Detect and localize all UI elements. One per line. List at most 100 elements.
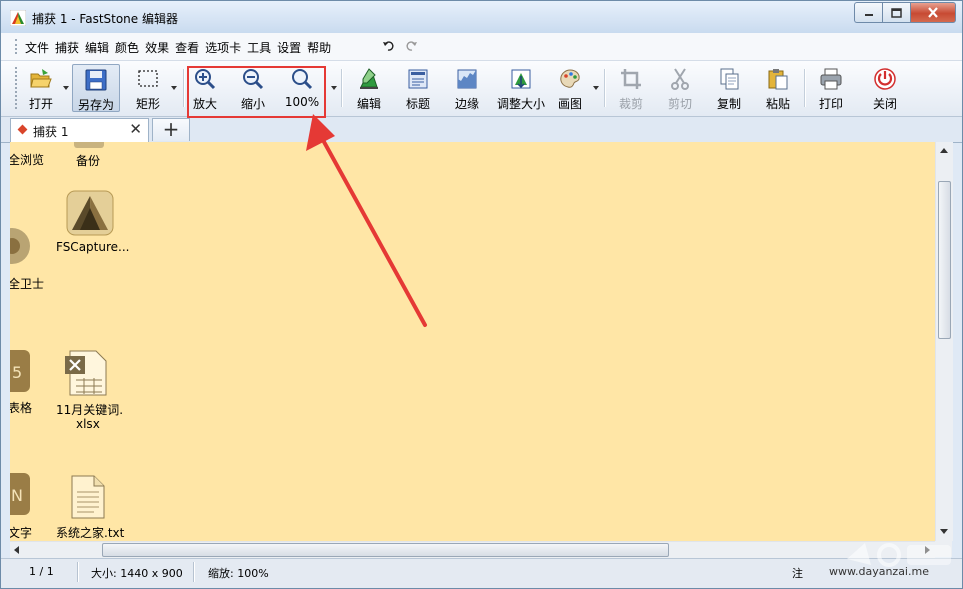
printer-icon <box>820 68 842 90</box>
desktop-icon-label: xlsx <box>76 417 100 431</box>
zoom-in-label: 放大 <box>192 97 217 111</box>
menu-grip[interactable] <box>15 39 20 54</box>
toolbar-separator <box>604 69 606 107</box>
horizontal-scrollbar[interactable] <box>10 541 935 558</box>
text-file-icon <box>71 475 105 519</box>
close-icon <box>928 7 938 18</box>
caption-icon <box>408 69 428 89</box>
scroll-down-icon[interactable] <box>940 529 948 534</box>
backup-icon <box>74 142 104 148</box>
menu-tools[interactable]: 工具 <box>247 39 275 56</box>
status-image-size: 大小: 1440 x 900 <box>91 567 183 580</box>
menu-edit[interactable]: 编辑 <box>85 39 113 56</box>
horizontal-scroll-thumb[interactable] <box>102 543 669 557</box>
image-canvas[interactable]: 全浏览 备份 FSCapture... 全卫士 5 表格 11月关键词. xls… <box>10 142 935 541</box>
power-icon <box>874 68 896 90</box>
zoom-in-icon <box>195 69 216 90</box>
scroll-up-icon[interactable] <box>940 148 948 153</box>
copy-label: 复制 <box>716 97 741 111</box>
redo-icon[interactable] <box>404 39 418 53</box>
toolbar-grip[interactable] <box>15 67 20 109</box>
title-bar: 捕获 1 - FastStone 编辑器 <box>1 1 962 33</box>
open-folder-icon <box>30 69 52 88</box>
zoom-dropdown-arrow[interactable] <box>331 86 337 90</box>
cut-label: 剪切 <box>667 97 692 111</box>
scroll-left-icon[interactable] <box>14 546 19 554</box>
faststone-editor-window: 捕获 1 - FastStone 编辑器 文件 捕获 编辑 颜色 效果 查看 选… <box>0 0 963 589</box>
crop-label: 裁剪 <box>618 97 643 111</box>
close-window-button[interactable] <box>910 2 956 23</box>
faststone-app-icon <box>10 10 26 26</box>
scroll-right-icon[interactable] <box>925 546 930 554</box>
toolbar-separator <box>804 69 806 107</box>
menu-view[interactable]: 查看 <box>175 39 203 56</box>
minimize-icon <box>864 13 873 16</box>
resize-label: 调整大小 <box>496 97 545 111</box>
zoom-actual-size-icon <box>292 69 313 90</box>
edge-button[interactable]: 边缘 <box>448 64 486 112</box>
tab-capture-1[interactable]: 捕获 1 ✕ <box>10 118 149 142</box>
edit-pen-icon <box>360 68 378 89</box>
menu-help[interactable]: 帮助 <box>307 39 335 56</box>
edge-label: 边缘 <box>454 97 479 111</box>
menu-effects[interactable]: 效果 <box>145 39 173 56</box>
save-floppy-icon <box>85 69 107 91</box>
vertical-scroll-thumb[interactable] <box>938 181 951 339</box>
desktop-icon-label: 备份 <box>76 154 101 168</box>
open-dropdown-arrow[interactable] <box>63 86 69 90</box>
vertical-scrollbar[interactable] <box>935 142 953 541</box>
minimize-button[interactable] <box>854 2 882 23</box>
window-title: 捕获 1 - FastStone 编辑器 <box>32 12 178 26</box>
annotation-arrow <box>306 114 427 327</box>
crop-button[interactable]: 裁剪 <box>613 64 649 112</box>
save-as-button[interactable]: 另存为 <box>72 64 120 112</box>
toolbar-separator <box>183 69 185 107</box>
status-site-text: www.dayanzai.me <box>829 565 929 578</box>
desktop-icon-label: 文字 <box>10 526 33 540</box>
rectangle-select-button[interactable]: 矩形 <box>128 64 168 112</box>
status-page-count: 1 / 1 <box>29 565 54 578</box>
tab-label: 捕获 1 <box>33 125 69 139</box>
paste-button[interactable]: 粘贴 <box>760 64 796 112</box>
menu-tabs[interactable]: 选项卡 <box>205 39 245 56</box>
print-button[interactable]: 打印 <box>813 64 849 112</box>
print-label: 打印 <box>818 97 843 111</box>
excel-file-icon <box>65 350 107 396</box>
rectangle-dropdown-arrow[interactable] <box>171 86 177 90</box>
zoom-in-button[interactable]: 放大 <box>189 64 221 112</box>
desktop-icon-label: 全浏览 <box>10 153 45 167</box>
menu-color[interactable]: 颜色 <box>115 39 143 56</box>
tab-modified-icon <box>17 124 28 135</box>
edge-effect-icon <box>457 69 477 89</box>
new-tab-button[interactable]: + <box>152 118 190 141</box>
menu-settings[interactable]: 设置 <box>277 39 305 56</box>
close-image-button[interactable]: 关闭 <box>867 64 903 112</box>
security-guard-icon <box>10 228 30 264</box>
window-controls <box>854 2 956 23</box>
menu-file[interactable]: 文件 <box>25 39 53 56</box>
open-button[interactable]: 打开 <box>21 64 61 112</box>
svg-text:5: 5 <box>12 363 22 382</box>
status-bar: 1 / 1 大小: 1440 x 900 缩放: 100% 注 www.daya… <box>1 558 962 588</box>
status-zoom-level: 缩放: 100% <box>208 567 269 580</box>
menu-capture[interactable]: 捕获 <box>55 39 83 56</box>
save-as-label: 另存为 <box>77 98 114 112</box>
status-separator <box>77 562 79 582</box>
cut-button[interactable]: 剪切 <box>662 64 698 112</box>
crop-icon <box>621 69 641 89</box>
menu-bar: 文件 捕获 编辑 颜色 效果 查看 选项卡 工具 设置 帮助 <box>1 33 962 61</box>
zoom-out-label: 缩小 <box>240 97 265 111</box>
main-toolbar: 打开 另存为 矩形 放大 缩小 100% 编辑 标题 边缘 调整大小 画图 裁剪… <box>1 61 962 117</box>
tab-close-icon[interactable]: ✕ <box>129 120 142 138</box>
copy-button[interactable]: 复制 <box>711 64 747 112</box>
desktop-icon-label: 全卫士 <box>10 277 45 291</box>
fscapture-app-icon <box>66 190 114 236</box>
scissors-icon <box>671 68 689 90</box>
undo-icon[interactable] <box>382 39 396 53</box>
draw-button[interactable]: 画图 <box>555 64 585 112</box>
maximize-button[interactable] <box>882 2 910 23</box>
draw-dropdown-arrow[interactable] <box>593 86 599 90</box>
paint-palette-icon <box>560 69 580 88</box>
zoom-out-button[interactable]: 缩小 <box>235 64 271 112</box>
resize-button[interactable]: 调整大小 <box>495 64 547 112</box>
